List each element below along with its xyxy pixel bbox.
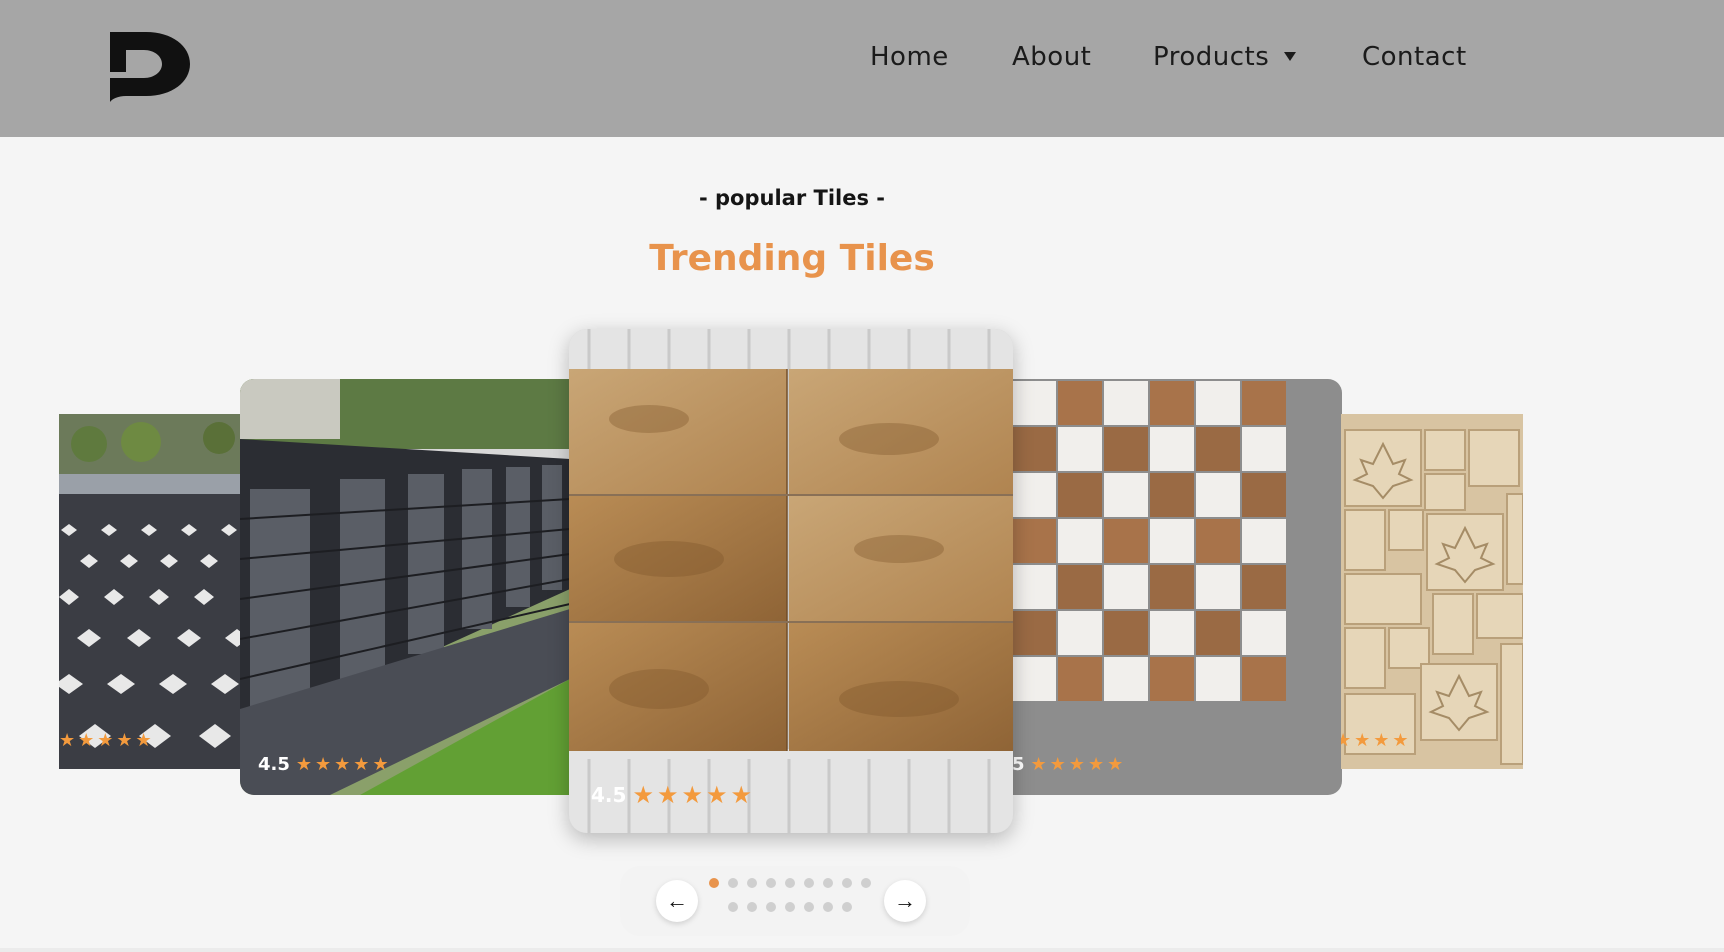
tile-card-paving[interactable]: ★★★★★	[59, 414, 241, 769]
star-rating-icon: ★★★★	[1341, 730, 1412, 751]
star-rating-icon: ★★★★★	[1030, 754, 1127, 775]
pagination-dot[interactable]	[861, 878, 871, 888]
section-subtitle: - popular Tiles -	[699, 186, 885, 210]
brick-wall-tiles-image	[240, 379, 570, 795]
pagination-dot[interactable]	[804, 902, 814, 912]
pagination-dot[interactable]	[766, 878, 776, 888]
checker-stone-tiles-image	[1012, 379, 1342, 795]
pagination-dot[interactable]	[785, 878, 795, 888]
site-header: Home About Products Contact	[0, 0, 1724, 137]
pagination-dot[interactable]	[842, 902, 852, 912]
pagination-dot[interactable]	[747, 902, 757, 912]
leaf-carved-tiles-image	[1341, 414, 1523, 769]
pagination-dot[interactable]	[728, 878, 738, 888]
sandstone-tiles-image	[569, 329, 1013, 833]
page-bottom-edge	[0, 948, 1724, 952]
pagination-dot[interactable]	[747, 878, 757, 888]
pagination-dot[interactable]	[766, 902, 776, 912]
tile-card-leaf-carved[interactable]: ★★★★	[1341, 414, 1523, 769]
card-rating: 4.5 ★★★★★	[591, 781, 755, 809]
tile-card-checker-stone[interactable]: 5 ★★★★★	[1012, 379, 1342, 795]
card-rating: 4.5 ★★★★★	[258, 754, 392, 775]
arrow-right-icon[interactable]: →	[884, 880, 926, 922]
pagination-dot[interactable]	[842, 878, 852, 888]
rating-value: 4.5	[258, 754, 290, 775]
tile-card-brick-wall[interactable]: 4.5 ★★★★★	[240, 379, 570, 795]
caret-down-icon[interactable]	[1284, 52, 1296, 61]
star-rating-icon: ★★★★★	[632, 781, 756, 809]
card-rating: ★★★★★	[59, 730, 155, 751]
star-rating-icon: ★★★★★	[295, 754, 392, 775]
nav-home[interactable]: Home	[870, 42, 949, 72]
pagination-dot[interactable]	[728, 902, 738, 912]
pagination-dot[interactable]	[823, 902, 833, 912]
tile-card-sandstone[interactable]: 4.5 ★★★★★	[569, 329, 1013, 833]
brand-logo-icon[interactable]	[104, 26, 196, 102]
nav-about[interactable]: About	[1012, 42, 1091, 72]
paving-tiles-image	[59, 414, 241, 769]
card-rating: ★★★★	[1341, 730, 1412, 751]
pagination-dot[interactable]	[823, 878, 833, 888]
star-rating-icon: ★★★★★	[59, 730, 155, 751]
card-rating: 5 ★★★★★	[1012, 754, 1126, 775]
pagination-dot[interactable]	[804, 878, 814, 888]
rating-value: 5	[1012, 754, 1025, 775]
nav-products[interactable]: Products	[1153, 42, 1269, 72]
arrow-left-icon[interactable]: ←	[656, 880, 698, 922]
nav-contact[interactable]: Contact	[1362, 42, 1467, 72]
section-title: Trending Tiles	[649, 238, 935, 279]
rating-value: 4.5	[591, 783, 627, 807]
pagination-dot[interactable]	[709, 878, 719, 888]
pagination-dot[interactable]	[785, 902, 795, 912]
